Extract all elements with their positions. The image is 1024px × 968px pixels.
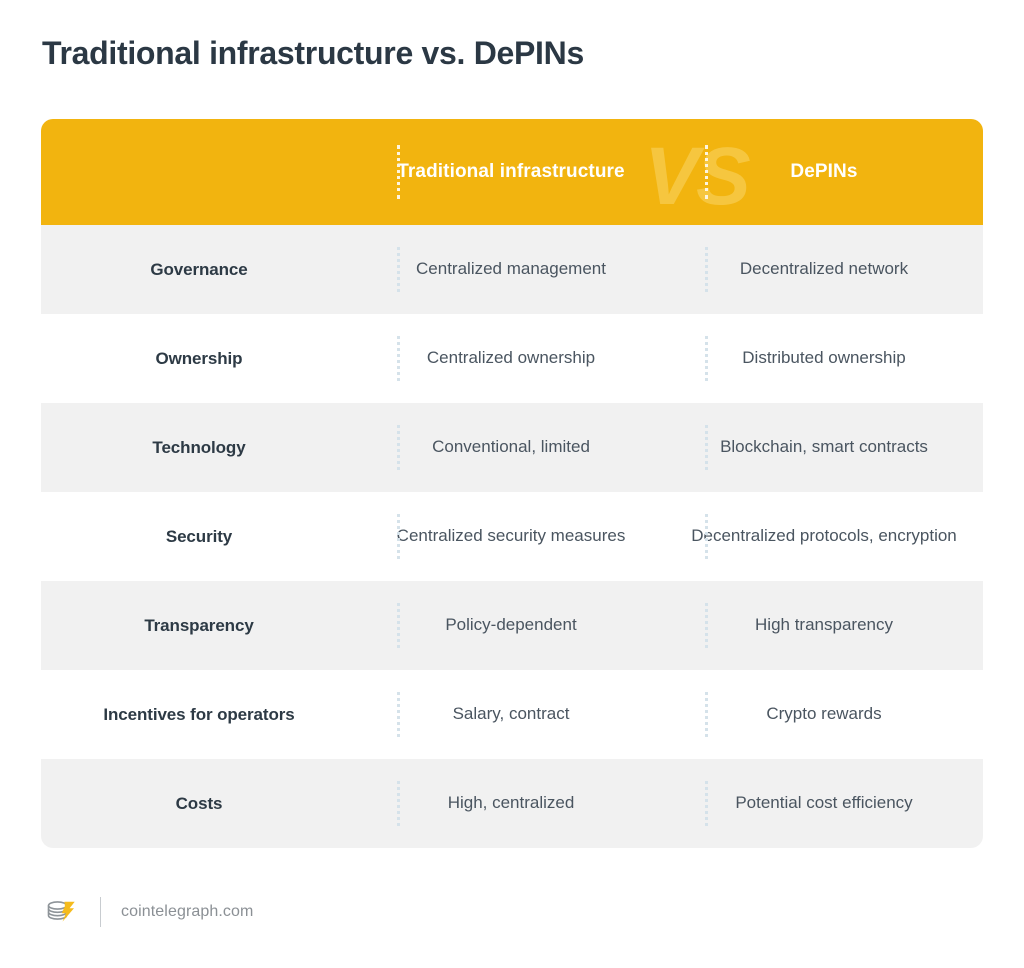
- table-row: Governance Centralized management Decentra…: [41, 225, 983, 314]
- row-label: Transparency: [144, 615, 254, 635]
- row-label: Security: [165, 526, 233, 546]
- cell-traditional: High, centralized: [447, 793, 575, 813]
- header-cell-traditional: Traditional infrastructure: [397, 160, 625, 182]
- row-label: Costs: [175, 793, 223, 813]
- page-title: Traditional infrastructure vs. DePINs: [42, 35, 584, 71]
- table-body: Governance Centralized management Decentra…: [41, 225, 983, 848]
- cell-traditional: Salary, contract: [452, 704, 570, 724]
- row-label: Technology: [152, 437, 246, 457]
- cell-traditional: Centralized ownership: [426, 348, 596, 368]
- cell-depins: Decentralized protocols, encryption: [691, 526, 957, 546]
- row-label: Ownership: [155, 348, 243, 368]
- table-row: Costs High, centralized Potential cost eff…: [41, 759, 983, 848]
- cell-traditional: Policy-dependent: [445, 615, 577, 635]
- table-row: Security Centralized security measures Dec…: [41, 492, 983, 581]
- header-cell-blank: [41, 119, 357, 225]
- footer: cointelegraph.com: [42, 890, 253, 934]
- cell-depins: Decentralized network: [739, 259, 909, 279]
- footer-divider: [100, 897, 101, 927]
- table-row: Technology Conventional, limited Blockchai…: [41, 403, 983, 492]
- table-row: Transparency Policy-dependent High transpa…: [41, 581, 983, 670]
- cell-depins: Crypto rewards: [766, 704, 882, 724]
- comparison-table: VS Traditional infrastructure DePINs Gov…: [41, 119, 983, 848]
- cell-depins: Potential cost efficiency: [735, 793, 913, 813]
- row-label: Incentives for operators: [103, 704, 295, 724]
- cell-depins: Distributed ownership: [742, 348, 906, 368]
- cell-traditional: Centralized security measures: [396, 526, 626, 546]
- infographic-page: Traditional infrastructure vs. DePINs VS…: [0, 0, 1024, 968]
- cointelegraph-logo-icon: [42, 894, 78, 930]
- cell-traditional: Conventional, limited: [432, 437, 590, 457]
- footer-site-label: cointelegraph.com: [121, 903, 254, 920]
- cell-depins: High transparency: [755, 615, 893, 635]
- row-label: Governance: [150, 259, 248, 279]
- cell-traditional: Centralized management: [416, 259, 606, 279]
- header-cell-depins: DePINs: [790, 160, 858, 182]
- cell-depins: Blockchain, smart contracts: [720, 437, 928, 457]
- table-row: Ownership Centralized ownership Distribute…: [41, 314, 983, 403]
- table-row: Incentives for operators Salary, contract…: [41, 670, 983, 759]
- table-header-row: VS Traditional infrastructure DePINs: [41, 119, 983, 225]
